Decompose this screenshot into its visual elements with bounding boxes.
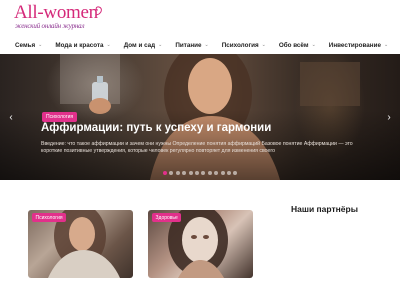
nav-item-label: Дом и сад bbox=[123, 41, 156, 49]
site-header: All-women женский онлайн журнал bbox=[0, 0, 400, 36]
hero-excerpt: Введение: что такое аффирмации и зачем о… bbox=[41, 141, 353, 154]
nav-item-family[interactable]: Семья ⌄ bbox=[15, 42, 42, 49]
category-badge[interactable]: Психология bbox=[42, 112, 78, 122]
logo-swirl-icon bbox=[95, 6, 102, 16]
category-badge[interactable]: Здоровье bbox=[152, 213, 182, 222]
logo-tagline: женский онлайн журнал bbox=[15, 22, 85, 30]
slider-dot[interactable] bbox=[233, 171, 238, 175]
nav-item-label: Мода и красота bbox=[55, 41, 104, 49]
nav-item-label: Обо всём bbox=[278, 41, 309, 49]
slider-pagination bbox=[163, 171, 240, 175]
main-nav: Семья ⌄ Мода и красота ⌄ Дом и сад ⌄ Питани… bbox=[0, 36, 400, 54]
slider-prev-icon[interactable]: ‹ bbox=[6, 112, 16, 124]
nav-item-label: Питание bbox=[175, 41, 202, 49]
slider-dot[interactable] bbox=[207, 171, 212, 175]
slider-dot[interactable] bbox=[214, 171, 219, 175]
slider-dot[interactable] bbox=[169, 171, 174, 175]
slider-dot[interactable] bbox=[163, 171, 167, 175]
nav-item-about-all[interactable]: Обо всём ⌄ bbox=[279, 42, 316, 49]
nav-item-psychology[interactable]: Психология ⌄ bbox=[222, 42, 266, 49]
hero-slider[interactable]: ‹ › Психология Аффирмации: путь к успеху… bbox=[0, 54, 400, 180]
nav-item-label: Психология bbox=[221, 41, 259, 49]
article-card[interactable]: Здоровье bbox=[148, 210, 253, 278]
chevron-down-icon: ⌄ bbox=[311, 42, 316, 48]
chevron-down-icon: ⌄ bbox=[106, 42, 111, 48]
slider-dot[interactable] bbox=[182, 171, 187, 175]
chevron-down-icon: ⌄ bbox=[38, 42, 43, 48]
slider-dot[interactable] bbox=[201, 171, 206, 175]
slider-dot[interactable] bbox=[188, 171, 193, 175]
slider-next-icon[interactable]: › bbox=[384, 112, 394, 124]
chevron-down-icon: ⌄ bbox=[261, 42, 266, 48]
site-logo[interactable]: All-women женский онлайн журнал bbox=[14, 3, 104, 33]
chevron-down-icon: ⌄ bbox=[204, 42, 209, 48]
chevron-down-icon: ⌄ bbox=[383, 42, 389, 48]
nav-item-nutrition[interactable]: Питание ⌄ bbox=[175, 42, 208, 49]
nav-item-investing[interactable]: Инвестирование ⌄ bbox=[329, 42, 388, 49]
nav-item-label: Инвестирование bbox=[328, 41, 381, 49]
category-badge[interactable]: Психология bbox=[32, 213, 67, 222]
article-card[interactable]: Психология bbox=[28, 210, 133, 278]
logo-title: All-women bbox=[14, 2, 98, 23]
nav-item-label: Семья bbox=[15, 41, 36, 49]
chevron-down-icon: ⌄ bbox=[158, 42, 163, 48]
slider-dot[interactable] bbox=[220, 171, 225, 175]
slider-dot[interactable] bbox=[194, 171, 199, 175]
sidebar-title: Наши партнёры bbox=[291, 204, 358, 214]
slider-dot[interactable] bbox=[226, 171, 231, 175]
slider-dot[interactable] bbox=[175, 171, 180, 175]
nav-item-home[interactable]: Дом и сад ⌄ bbox=[124, 42, 163, 49]
nav-item-fashion[interactable]: Мода и красота ⌄ bbox=[55, 42, 110, 49]
hero-title[interactable]: Аффирмации: путь к успеху и гармонии bbox=[41, 122, 271, 134]
